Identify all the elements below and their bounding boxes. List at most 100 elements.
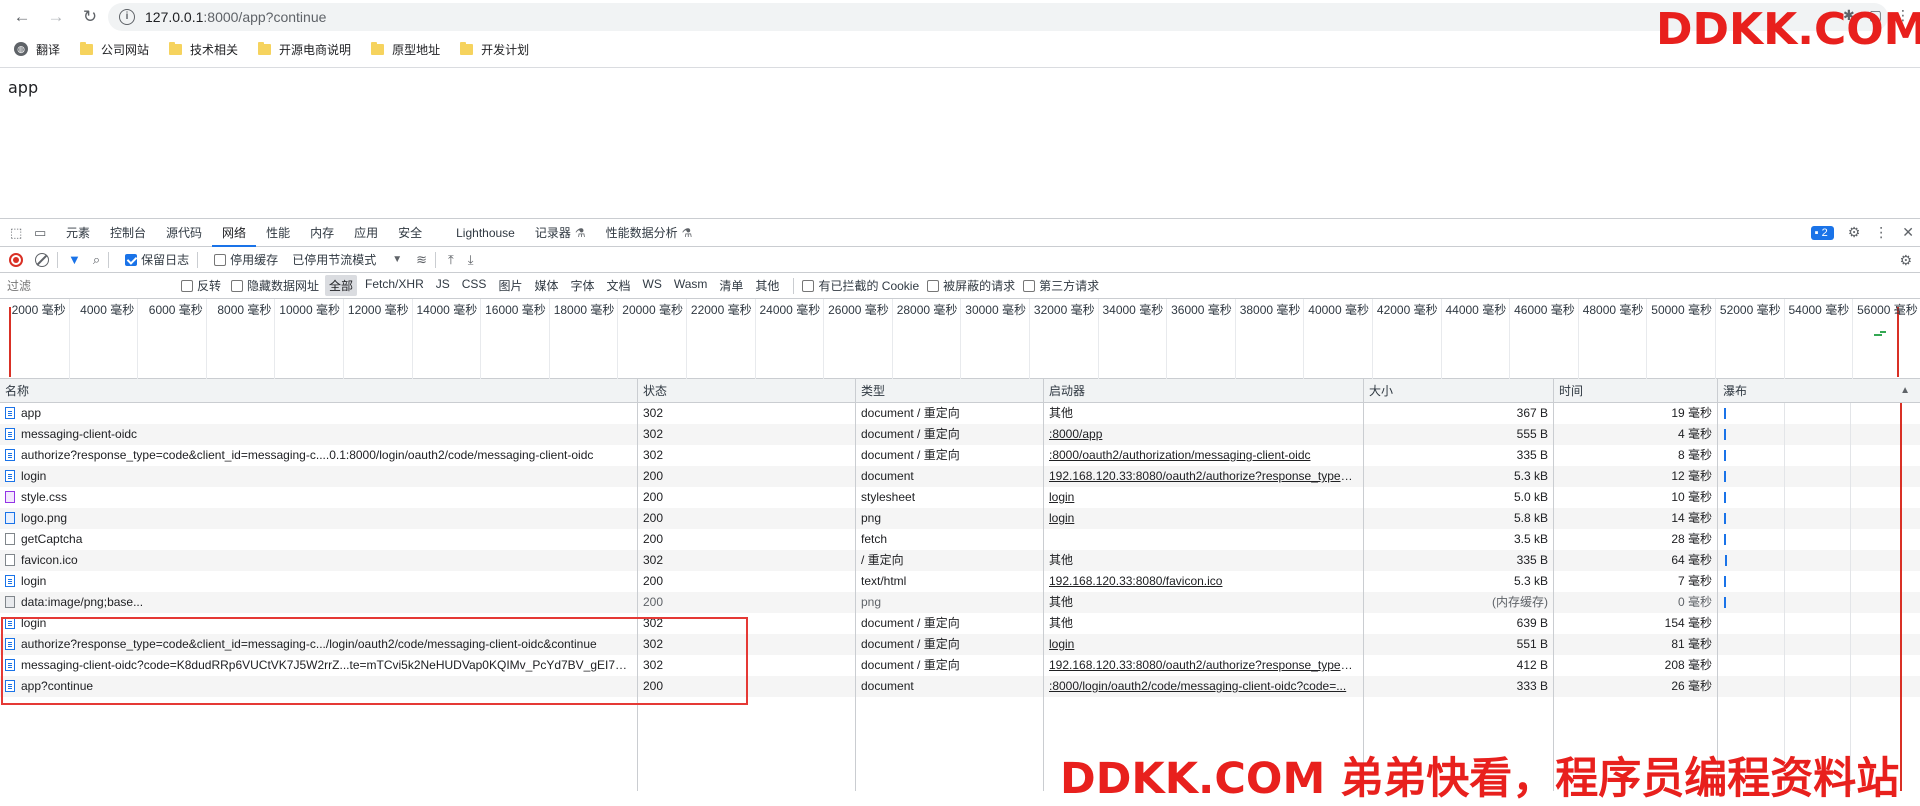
resource-type-filter[interactable]: 图片 bbox=[494, 275, 526, 296]
more-menu-icon[interactable]: ⋮ bbox=[1874, 224, 1888, 241]
devtools-tab[interactable]: 控制台 bbox=[100, 219, 156, 247]
column-header[interactable]: 大小 bbox=[1364, 379, 1554, 403]
url-text[interactable]: 127.0.0.1:8000/app?continue bbox=[145, 9, 326, 25]
resource-type-filter[interactable]: 全部 bbox=[325, 275, 358, 296]
url-bar[interactable]: i 127.0.0.1:8000/app?continue bbox=[108, 3, 1888, 31]
record-stop-icon[interactable] bbox=[9, 252, 23, 267]
initiator-cell[interactable]: login bbox=[1044, 487, 1364, 508]
checkbox-checked[interactable] bbox=[125, 253, 138, 266]
initiator-cell[interactable]: login bbox=[1044, 634, 1364, 655]
disable-cache-checkbox[interactable]: 停用缓存 bbox=[214, 251, 278, 268]
devtools-tab[interactable]: 元素 bbox=[56, 219, 100, 247]
hide-data-urls-checkbox[interactable]: 隐藏数据网址 bbox=[231, 277, 319, 294]
initiator-cell[interactable]: :8000/app bbox=[1044, 424, 1364, 445]
filter-input[interactable] bbox=[3, 275, 173, 296]
devtools-tab[interactable]: 应用 bbox=[344, 219, 388, 247]
bookmark-item[interactable]: 公司网站 bbox=[80, 41, 149, 58]
column-header[interactable]: 状态 bbox=[638, 379, 856, 403]
column-header[interactable]: 时间 bbox=[1554, 379, 1718, 403]
initiator-cell[interactable]: 192.168.120.33:8080/oauth2/authorize?res… bbox=[1044, 655, 1364, 676]
settings-gear-icon[interactable]: ⚙ bbox=[1848, 224, 1861, 241]
reload-icon[interactable]: ↻ bbox=[78, 5, 102, 29]
column-header[interactable]: 启动器 bbox=[1044, 379, 1364, 403]
request-name-cell[interactable]: logo.png bbox=[0, 508, 638, 529]
devtools-tab[interactable]: 源代码 bbox=[156, 219, 212, 247]
blocked-requests-checkbox[interactable]: 被屏蔽的请求 bbox=[927, 277, 1015, 294]
third-party-checkbox[interactable]: 第三方请求 bbox=[1023, 277, 1099, 294]
devtools-tab[interactable]: 记录器 ⚗ bbox=[525, 219, 596, 247]
resource-type-filter[interactable]: CSS bbox=[458, 275, 491, 296]
sort-arrow-icon[interactable]: ▲ bbox=[1900, 379, 1910, 403]
request-name-cell[interactable]: app bbox=[0, 403, 638, 424]
table-row[interactable]: authorize?response_type=code&client_id=m… bbox=[0, 445, 1920, 466]
table-row[interactable]: getCaptcha 200 fetch 3.5 kB 28 毫秒 bbox=[0, 529, 1920, 550]
resource-type-filter[interactable]: Wasm bbox=[670, 275, 712, 296]
table-row[interactable]: data:image/png;base... 200 png 其他 (内存缓存) 0 毫秒 bbox=[0, 592, 1920, 613]
checkbox[interactable] bbox=[231, 279, 244, 292]
devtools-tab[interactable]: 性能 bbox=[256, 219, 300, 247]
resource-type-filter[interactable]: JS bbox=[432, 275, 454, 296]
request-name-cell[interactable]: messaging-client-oidc bbox=[0, 424, 638, 445]
resource-type-filter[interactable]: 文档 bbox=[602, 275, 634, 296]
checkbox[interactable] bbox=[802, 279, 815, 292]
initiator-cell[interactable]: :8000/oauth2/authorization/messaging-cli… bbox=[1044, 445, 1364, 466]
checkbox[interactable] bbox=[1023, 279, 1036, 292]
table-row[interactable]: login 200 document 192.168.120.33:8080/oaut… bbox=[0, 466, 1920, 487]
resource-type-filter[interactable]: 字体 bbox=[566, 275, 598, 296]
table-row[interactable]: style.css 200 stylesheet login 5.0 kB 10 毫秒 bbox=[0, 487, 1920, 508]
request-name-cell[interactable]: login bbox=[0, 466, 638, 487]
site-info-icon[interactable]: i bbox=[119, 9, 135, 25]
checkbox[interactable] bbox=[181, 279, 193, 292]
checkbox[interactable] bbox=[214, 253, 227, 266]
request-name-cell[interactable]: favicon.ico bbox=[0, 550, 638, 571]
devtools-tab[interactable]: 性能数据分析 ⚗ bbox=[596, 219, 703, 247]
table-row[interactable]: messaging-client-oidc 302 document / 重定向:8… bbox=[0, 424, 1920, 445]
resource-type-filter[interactable]: 媒体 bbox=[530, 275, 562, 296]
clear-icon[interactable] bbox=[35, 252, 49, 267]
devtools-tab[interactable]: 内存 bbox=[300, 219, 344, 247]
initiator-cell[interactable]: login bbox=[1044, 508, 1364, 529]
table-row[interactable]: app 302 document / 重定向 其他 367 B 19 毫秒 bbox=[0, 403, 1920, 424]
devtools-tab[interactable]: 网络 bbox=[212, 219, 257, 247]
bookmark-item[interactable]: 开源电商说明 bbox=[258, 41, 351, 58]
wifi-conditions-icon[interactable]: ≋ bbox=[416, 252, 427, 268]
back-arrow-icon[interactable]: ← bbox=[10, 5, 34, 29]
resource-type-filter[interactable]: Fetch/XHR bbox=[361, 275, 428, 296]
column-header[interactable]: 瀑布 bbox=[1718, 379, 1920, 403]
invert-checkbox[interactable]: 反转 bbox=[181, 277, 221, 294]
table-row[interactable]: favicon.ico 302/ 重定向 其他 335 B 64 毫秒 bbox=[0, 550, 1920, 571]
inspect-element-icon[interactable]: ⬚ bbox=[10, 225, 24, 240]
request-name-cell[interactable]: authorize?response_type=code&client_id=m… bbox=[0, 445, 638, 466]
bookmark-item[interactable]: 开发计划 bbox=[460, 41, 529, 58]
forward-arrow-icon[interactable]: → bbox=[44, 5, 68, 29]
devtools-tab[interactable]: 安全 bbox=[388, 219, 432, 247]
network-settings-gear-icon[interactable]: ⚙ bbox=[1899, 252, 1912, 269]
throttle-select[interactable]: 已停用节流模式 bbox=[292, 251, 376, 268]
bookmark-item[interactable]: ◍ 翻译 bbox=[14, 41, 60, 58]
request-name-cell[interactable]: style.css bbox=[0, 487, 638, 508]
issues-badge[interactable]: 2 bbox=[1810, 225, 1834, 240]
preserve-log-checkbox[interactable]: 保留日志 bbox=[125, 251, 189, 268]
device-toolbar-icon[interactable]: ▭ bbox=[34, 225, 48, 240]
request-name-cell[interactable]: data:image/png;base... bbox=[0, 592, 638, 613]
resource-type-filter[interactable]: 清单 bbox=[715, 275, 747, 296]
network-overview-timeline[interactable]: 2000 毫秒 4000 毫秒 6000 毫秒 8000 毫秒 10000 毫秒 1200… bbox=[0, 299, 1920, 379]
filter-funnel-icon[interactable]: ▼ bbox=[68, 252, 81, 267]
blocked-cookies-checkbox[interactable]: 有已拦截的 Cookie bbox=[802, 277, 919, 294]
checkbox[interactable] bbox=[927, 279, 940, 292]
column-header[interactable]: 类型 bbox=[856, 379, 1044, 403]
chevron-down-icon[interactable]: ▼ bbox=[392, 254, 402, 265]
bookmark-item[interactable]: 技术相关 bbox=[169, 41, 238, 58]
column-header[interactable]: 名称 bbox=[0, 379, 638, 403]
initiator-cell[interactable]: 192.168.120.33:8080/oauth2/authorize?res… bbox=[1044, 466, 1364, 487]
table-row[interactable]: logo.png 200 png login 5.8 kB 14 毫秒 bbox=[0, 508, 1920, 529]
bookmark-item[interactable]: 原型地址 bbox=[371, 41, 440, 58]
request-name-cell[interactable]: getCaptcha bbox=[0, 529, 638, 550]
initiator-cell[interactable]: :8000/login/oauth2/code/messaging-client… bbox=[1044, 676, 1364, 697]
export-har-icon[interactable]: ⤓ bbox=[468, 252, 474, 268]
request-name-cell[interactable]: login bbox=[0, 571, 638, 592]
devtools-tab[interactable]: Lighthouse bbox=[446, 219, 525, 247]
import-har-icon[interactable]: ⤒ bbox=[448, 252, 454, 268]
initiator-cell[interactable]: 192.168.120.33:8080/favicon.ico bbox=[1044, 571, 1364, 592]
table-row[interactable]: login 200 text/html 192.168.120.33:8080/fav… bbox=[0, 571, 1920, 592]
